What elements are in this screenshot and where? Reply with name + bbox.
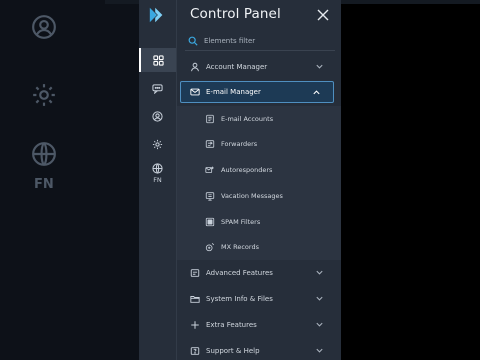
menu-item-label: Extra Features [206, 320, 257, 329]
menu-item-extra-features[interactable]: Extra Features [177, 312, 341, 337]
mail-icon [190, 88, 200, 96]
submenu-item-mx-records[interactable]: MX Records [177, 234, 341, 259]
gear-icon [152, 139, 163, 149]
chevron-down-icon [316, 322, 323, 327]
submenu-item-forwarders[interactable]: Forwarders [177, 131, 341, 156]
submenu-item-label: SPAM Filters [221, 217, 261, 226]
menu-item-support-help[interactable]: Support & Help [177, 338, 341, 360]
menu-item-system-info[interactable]: System Info & Files [177, 286, 341, 311]
chevron-down-icon [316, 270, 323, 275]
page-title: Control Panel [190, 6, 281, 22]
help-icon [190, 346, 200, 355]
menu-item-label: Advanced Features [206, 268, 273, 277]
panel-content: Control Panel Elements filter Account Ma… [177, 0, 341, 360]
rail-item-chat[interactable] [139, 76, 176, 100]
menu-item-advanced-features[interactable]: Advanced Features [177, 260, 341, 285]
user-icon [191, 62, 199, 71]
globe-icon [152, 162, 163, 174]
plus-icon [191, 320, 199, 329]
filter-icon [205, 217, 215, 226]
close-icon[interactable] [317, 9, 329, 21]
user-circle-icon [152, 110, 163, 122]
background-sidebar: FN [0, 0, 140, 360]
chevron-up-icon [313, 90, 320, 95]
advanced-icon [190, 268, 200, 277]
chevron-down-icon [316, 348, 323, 353]
submenu-item-label: Forwarders [221, 139, 258, 148]
control-panel: FN Control Panel Elements filter Account… [139, 0, 341, 360]
forward-mail-icon [205, 139, 215, 148]
gear-icon [33, 84, 55, 106]
logo-icon[interactable] [148, 6, 166, 24]
menu-item-email-manager[interactable]: E-mail Manager [180, 81, 334, 103]
folder-icon [190, 295, 200, 303]
submenu-item-label: Vacation Messages [221, 191, 283, 200]
menu-item-label: Account Manager [206, 62, 268, 71]
grid-icon [153, 54, 164, 66]
submenu-item-spam-filters[interactable]: SPAM Filters [177, 209, 341, 234]
menu-item-label: E-mail Manager [206, 88, 261, 96]
submenu-item-vacation-messages[interactable]: Vacation Messages [177, 183, 341, 208]
mailbox-icon [206, 114, 214, 123]
submenu-item-label: Autoresponders [221, 165, 273, 174]
chevron-down-icon [316, 296, 323, 301]
user-circle-icon [32, 15, 56, 39]
search-placeholder: Elements filter [204, 37, 256, 45]
rail-item-account[interactable] [139, 104, 176, 128]
background-fn-label: FN [34, 177, 54, 192]
chevron-down-icon [316, 64, 323, 69]
chat-icon [152, 83, 163, 94]
mx-records-icon [205, 242, 215, 251]
vacation-icon [205, 191, 215, 201]
submenu-item-label: MX Records [221, 242, 259, 251]
rail-item-settings[interactable] [139, 132, 176, 156]
rail-item-dashboard[interactable] [139, 48, 176, 72]
search-field[interactable]: Elements filter [185, 32, 335, 51]
menu-item-label: Support & Help [206, 346, 260, 355]
menu-item-account-manager[interactable]: Account Manager [177, 54, 341, 79]
submenu-item-email-accounts[interactable]: E-mail Accounts [177, 106, 341, 131]
rail-fn-label: FN [153, 176, 162, 184]
globe-icon [32, 142, 56, 166]
search-icon [188, 36, 198, 46]
submenu-item-label: E-mail Accounts [221, 114, 274, 123]
menu-item-label: System Info & Files [206, 294, 273, 303]
icon-rail: FN [139, 0, 177, 360]
autoresponder-icon [205, 166, 214, 173]
submenu-item-autoresponders[interactable]: Autoresponders [177, 157, 341, 182]
